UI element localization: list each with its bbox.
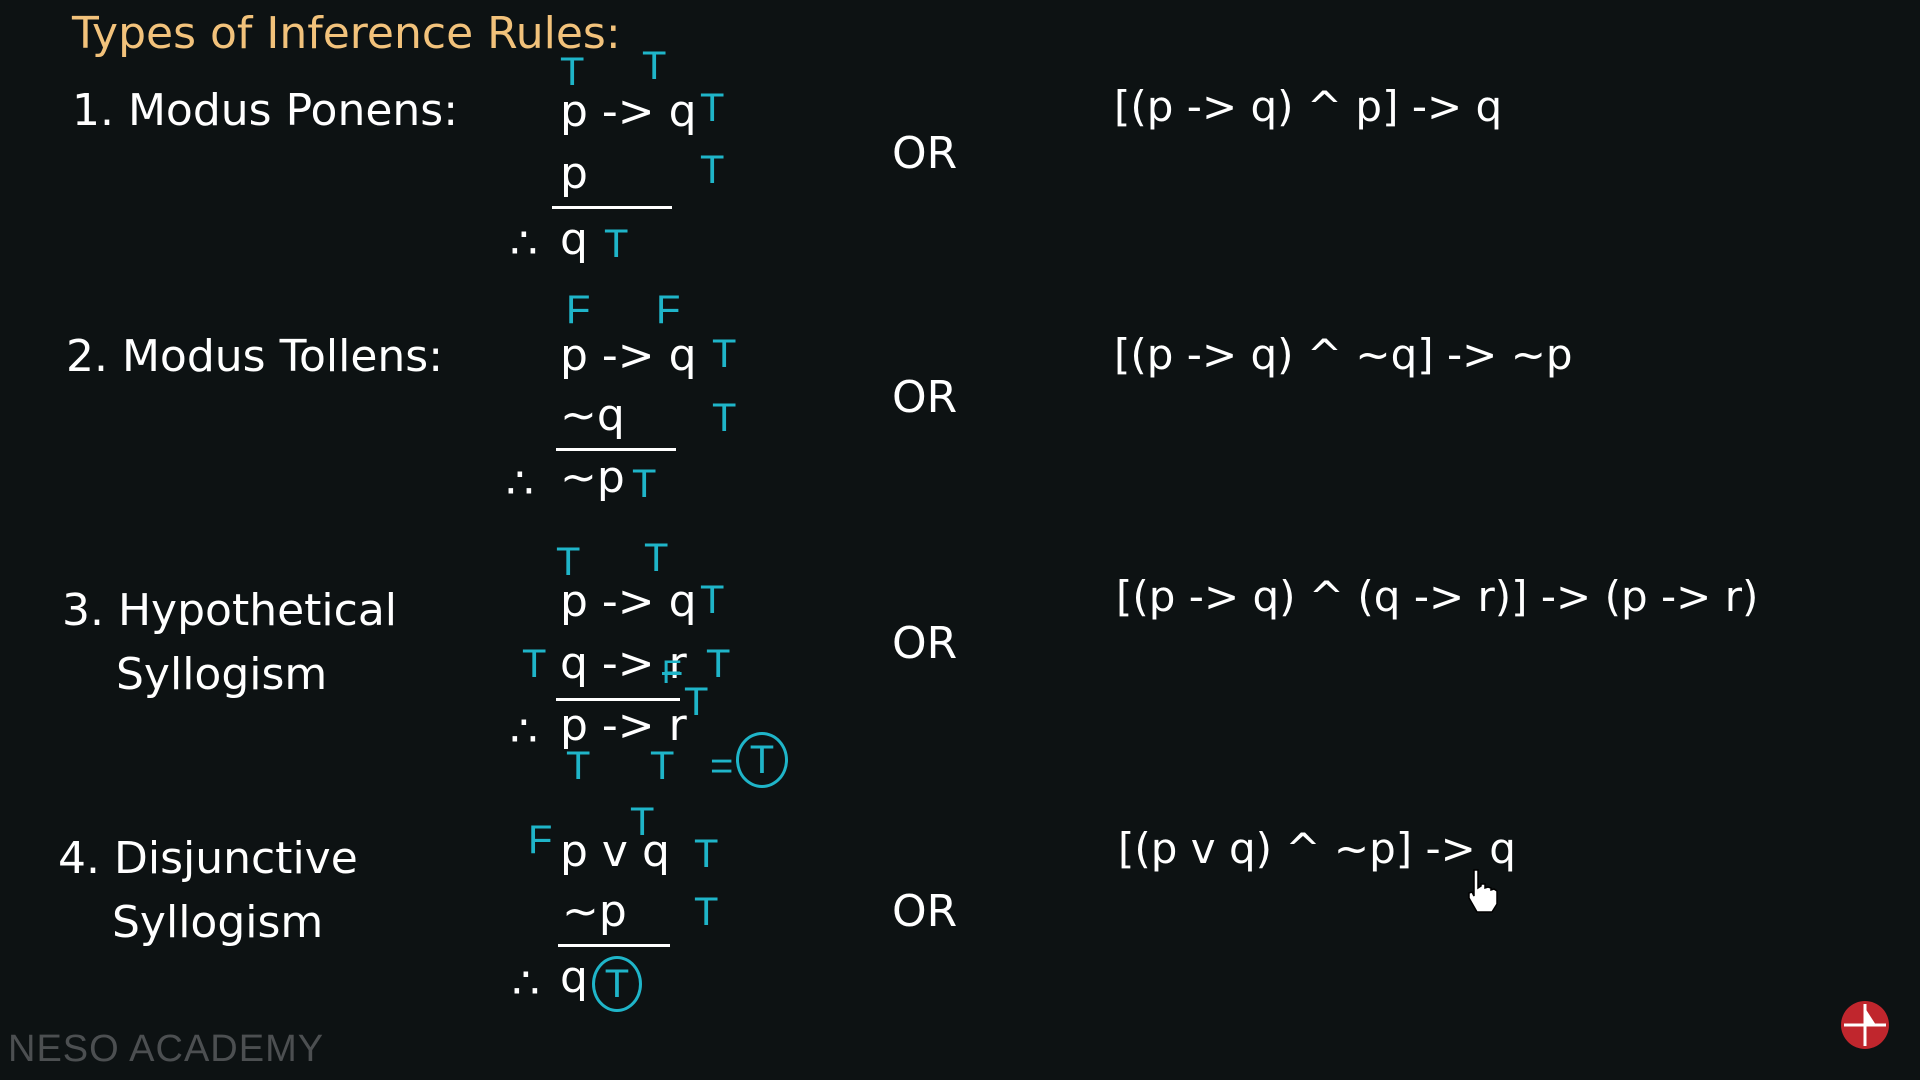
truth-mark: T <box>650 744 675 788</box>
therefore-symbol: ∴ <box>510 706 538 757</box>
truth-mark: T <box>694 832 719 876</box>
therefore-symbol: ∴ <box>512 958 540 1009</box>
rule-name: Syllogism <box>116 649 328 700</box>
brand-watermark: NESO ACADEMY <box>8 1028 325 1070</box>
truth-mark: F <box>528 818 553 862</box>
rule-formula: [(p -> q) ^ ~q] -> ~p <box>1114 330 1573 379</box>
therefore-symbol: ∴ <box>510 218 538 269</box>
premise-1: p -> q <box>560 86 697 137</box>
circled-result: T <box>592 956 642 1012</box>
truth-mark: T <box>712 396 737 440</box>
truth-mark: T <box>566 744 591 788</box>
page-title: Types of Inference Rules: <box>72 8 621 59</box>
truth-mark: T <box>706 642 731 686</box>
conclusion: q <box>560 952 588 1003</box>
truth-mark: T <box>644 536 669 580</box>
premise-1: p v q <box>560 826 670 877</box>
truth-mark: T <box>604 222 629 266</box>
circled-result: T <box>736 732 788 788</box>
truth-mark: T <box>712 332 737 376</box>
premise-2: p <box>560 148 588 199</box>
truth-mark: F <box>656 288 681 332</box>
rule-formula: [(p -> q) ^ (q -> r)] -> (p -> r) <box>1116 572 1759 621</box>
rule-name: 4. Disjunctive <box>58 833 358 884</box>
rule-name: 1. Modus Ponens: <box>72 85 459 136</box>
rule-formula: [(p v q) ^ ~p] -> q <box>1118 824 1516 873</box>
truth-mark: T <box>694 890 719 934</box>
conclusion: q <box>560 214 588 265</box>
or-label: OR <box>892 372 958 423</box>
truth-mark: T <box>632 462 657 506</box>
hand-cursor-icon <box>1468 869 1498 913</box>
therefore-symbol: ∴ <box>506 458 534 509</box>
rule-name: 3. Hypothetical <box>62 585 398 636</box>
premise-1: p -> q <box>560 576 697 627</box>
truth-mark: T <box>700 578 725 622</box>
truth-mark: T <box>700 148 725 192</box>
premise-2: ~q <box>560 390 625 441</box>
truth-mark: T <box>700 86 725 130</box>
or-label: OR <box>892 618 958 669</box>
truth-mark: T <box>642 44 667 88</box>
rule-formula: [(p -> q) ^ p] -> q <box>1114 82 1503 131</box>
truth-mark: T <box>522 642 547 686</box>
neso-logo-icon <box>1841 1001 1889 1049</box>
rule-name: 2. Modus Tollens: <box>66 331 444 382</box>
inference-line <box>558 944 670 947</box>
truth-mark: F <box>566 288 591 332</box>
premise-1: p -> q <box>560 330 697 381</box>
conclusion: ~p <box>560 452 625 503</box>
equals-mark: = <box>710 744 734 788</box>
or-label: OR <box>892 128 958 179</box>
or-label: OR <box>892 886 958 937</box>
truth-mark: T <box>684 680 709 724</box>
premise-2: ~p <box>562 886 627 937</box>
rule-name: Syllogism <box>112 897 324 948</box>
inference-line <box>556 448 676 451</box>
struck-mark: F <box>662 654 682 690</box>
inference-line <box>552 206 672 209</box>
